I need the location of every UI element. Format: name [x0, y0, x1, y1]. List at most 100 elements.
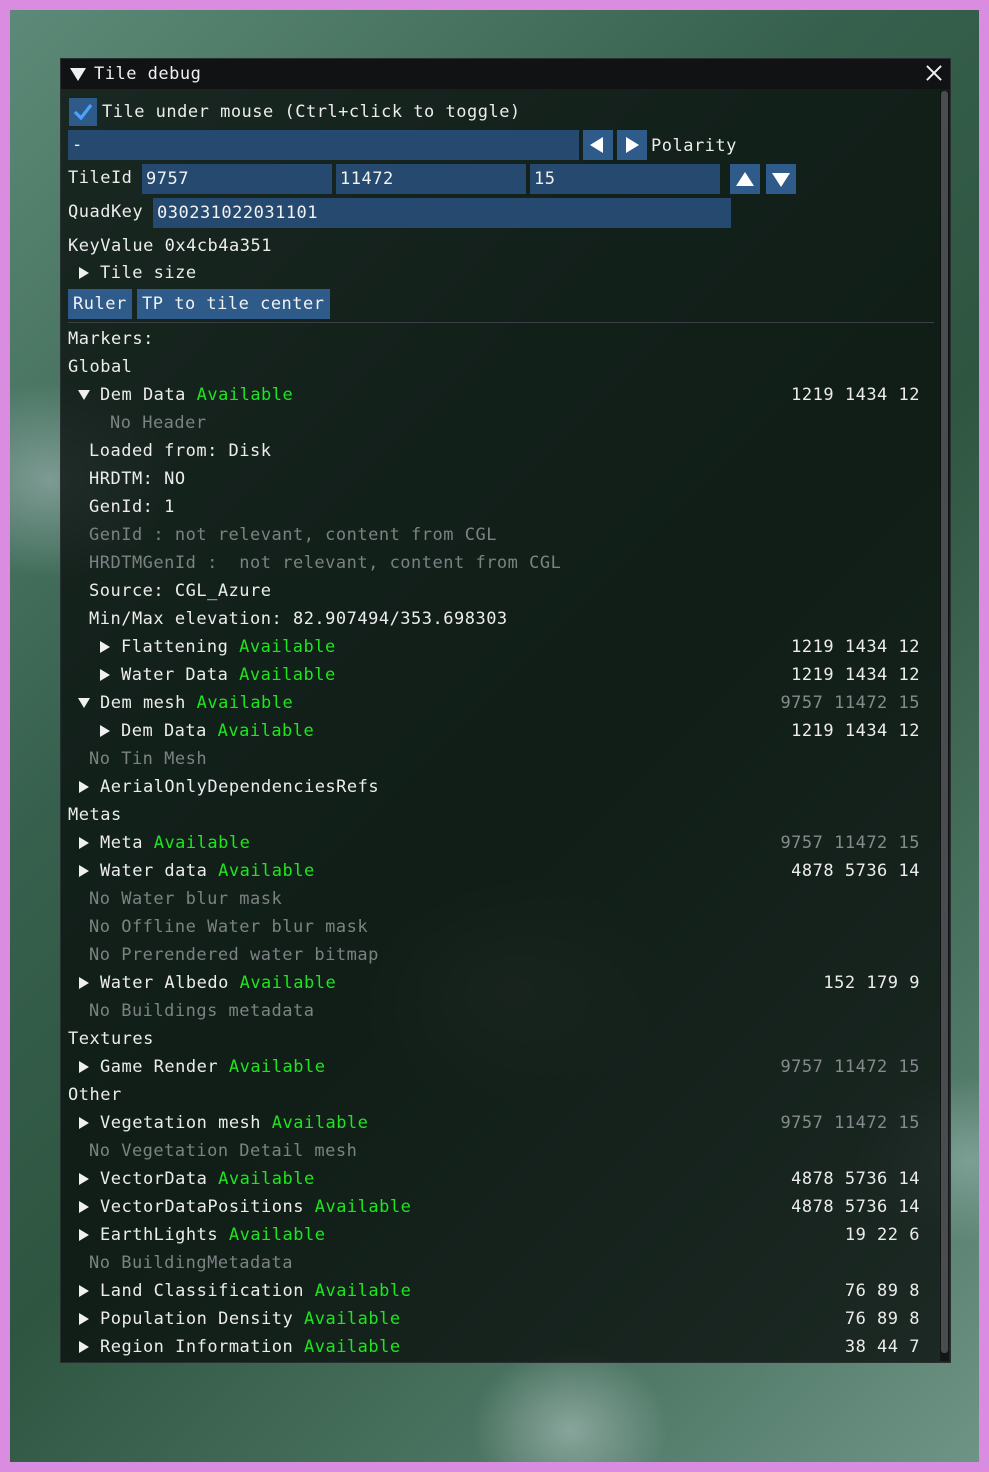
tree-node-dem-mesh-dem-data[interactable]: Dem Data Available	[121, 720, 314, 742]
expand-arrow-icon[interactable]	[79, 1285, 89, 1297]
tile-coords: 9757 11472 15	[780, 1057, 920, 1077]
window-title: Tile debug	[94, 64, 202, 84]
tp-to-tile-center-button[interactable]: TP to tile center	[137, 289, 330, 319]
expand-arrow-icon[interactable]	[79, 1173, 89, 1185]
expand-arrow-icon[interactable]	[79, 837, 89, 849]
polarity-field[interactable]: -	[68, 130, 579, 160]
scrollbar[interactable]	[940, 91, 949, 1361]
status-available: Available	[153, 833, 251, 853]
tileid-y-field[interactable]: 11472	[336, 164, 526, 194]
collapse-arrow-icon[interactable]	[78, 698, 90, 708]
expand-arrow-icon[interactable]	[79, 1229, 89, 1241]
node-name: VectorData	[100, 1169, 208, 1189]
expand-arrow-icon[interactable]	[100, 669, 110, 681]
tree-node-earth-lights[interactable]: EarthLights Available	[100, 1224, 325, 1246]
tile-coords: 152 179 9	[823, 973, 920, 993]
arrow-up-icon	[736, 172, 754, 186]
polarity-prev-button[interactable]	[583, 130, 613, 160]
no-building-metadata-text: No BuildingMetadata	[89, 1253, 293, 1273]
scrollbar-thumb[interactable]	[941, 91, 948, 1353]
node-name: Water data	[100, 861, 208, 881]
tile-coords: 9757 11472 15	[780, 833, 920, 853]
tile-coords: 9757 11472 15	[780, 1113, 920, 1133]
min-max-elevation-text: Min/Max elevation: 82.907494/353.698303	[89, 609, 508, 629]
tree-node-metas-water-data[interactable]: Water data Available	[100, 860, 315, 882]
checkmark-icon	[73, 104, 93, 121]
tile-coords: 9757 11472 15	[780, 693, 920, 713]
tile-under-mouse-checkbox[interactable]	[69, 98, 97, 126]
tree-node-vector-data[interactable]: VectorData Available	[100, 1168, 315, 1190]
close-icon[interactable]	[924, 63, 944, 83]
hrdtm-text: HRDTM: NO	[89, 469, 186, 489]
tree-node-land-classification[interactable]: Land Classification Available	[100, 1280, 411, 1302]
status-available: Available	[314, 1281, 412, 1301]
tileid-label: TileId	[68, 168, 133, 188]
node-name: Water Albedo	[100, 973, 229, 993]
expand-arrow-icon[interactable]	[79, 267, 89, 279]
node-name: Flattening	[121, 637, 229, 657]
ruler-button[interactable]: Ruler	[68, 289, 132, 319]
global-section-label: Global	[68, 357, 133, 377]
no-tin-mesh-text: No Tin Mesh	[89, 749, 208, 769]
genid-note-text: GenId : not relevant, content from CGL	[89, 525, 497, 545]
status-available: Available	[303, 1337, 401, 1357]
tileid-down-button[interactable]	[766, 164, 796, 194]
tileid-z-field[interactable]: 15	[530, 164, 720, 194]
tree-node-dem-mesh[interactable]: Dem mesh Available	[100, 692, 293, 714]
quadkey-field[interactable]: 030231022031101	[153, 198, 731, 228]
tile-coords: 1219 1434 12	[791, 665, 920, 685]
expand-arrow-icon[interactable]	[79, 1313, 89, 1325]
tile-coords: 1219 1434 12	[791, 721, 920, 741]
tree-node-meta[interactable]: Meta Available	[100, 832, 250, 854]
hrdtm-genid-note-text: HRDTMGenId : not relevant, content from …	[89, 553, 562, 573]
tile-coords: 4878 5736 14	[791, 1169, 920, 1189]
tile-size-node[interactable]: Tile size	[100, 262, 197, 284]
arrow-right-icon	[626, 137, 639, 153]
node-name: VectorDataPositions	[100, 1197, 304, 1217]
tree-node-water-albedo[interactable]: Water Albedo Available	[100, 972, 336, 994]
expand-arrow-icon[interactable]	[79, 1117, 89, 1129]
node-name: EarthLights	[100, 1225, 219, 1245]
expand-arrow-icon[interactable]	[79, 1201, 89, 1213]
tree-node-water-data[interactable]: Water Data Available	[121, 664, 336, 686]
loaded-from-text: Loaded from: Disk	[89, 441, 272, 461]
no-buildings-metadata-text: No Buildings metadata	[89, 1001, 315, 1021]
tree-node-dem-data[interactable]: Dem Data Available	[100, 384, 293, 406]
expand-arrow-icon[interactable]	[79, 865, 89, 877]
status-available: Available	[303, 1309, 401, 1329]
node-name: Population Density	[100, 1309, 294, 1329]
collapse-arrow-icon[interactable]	[70, 67, 86, 81]
tile-coords: 38 44 7	[844, 1337, 920, 1357]
expand-arrow-icon[interactable]	[79, 781, 89, 793]
status-available: Available	[218, 861, 315, 881]
polarity-label: Polarity	[651, 136, 737, 156]
node-name: Water Data	[121, 665, 229, 685]
tree-node-game-render[interactable]: Game Render Available	[100, 1056, 325, 1078]
tree-node-vegetation-mesh[interactable]: Vegetation mesh Available	[100, 1112, 368, 1134]
expand-arrow-icon[interactable]	[100, 641, 110, 653]
node-name: Game Render	[100, 1057, 219, 1077]
tree-node-population-density[interactable]: Population Density Available	[100, 1308, 401, 1330]
tree-node-region-information[interactable]: Region Information Available	[100, 1336, 401, 1358]
polarity-next-button[interactable]	[617, 130, 647, 160]
tile-coords: 1219 1434 12	[791, 637, 920, 657]
title-bar[interactable]: Tile debug	[61, 59, 950, 89]
node-name: Vegetation mesh	[100, 1113, 262, 1133]
expand-arrow-icon[interactable]	[79, 1341, 89, 1353]
tree-node-vector-data-positions[interactable]: VectorDataPositions Available	[100, 1196, 411, 1218]
expand-arrow-icon[interactable]	[79, 977, 89, 989]
other-section-label: Other	[68, 1085, 122, 1105]
tree-node-aerial-only-dependencies[interactable]: AerialOnlyDependenciesRefs	[100, 776, 379, 798]
no-header-text: No Header	[110, 413, 207, 433]
status-available: Available	[239, 637, 336, 657]
tile-coords: 4878 5736 14	[791, 861, 920, 881]
tileid-x-field[interactable]: 9757	[142, 164, 332, 194]
collapse-arrow-icon[interactable]	[78, 390, 90, 400]
expand-arrow-icon[interactable]	[79, 1061, 89, 1073]
expand-arrow-icon[interactable]	[100, 725, 110, 737]
tree-node-flattening[interactable]: Flattening Available	[121, 636, 336, 658]
status-available: Available	[196, 385, 294, 405]
tile-debug-window: Tile debug Tile under mouse (Ctrl+click …	[60, 58, 951, 1363]
tileid-up-button[interactable]	[730, 164, 760, 194]
status-available: Available	[239, 665, 336, 685]
